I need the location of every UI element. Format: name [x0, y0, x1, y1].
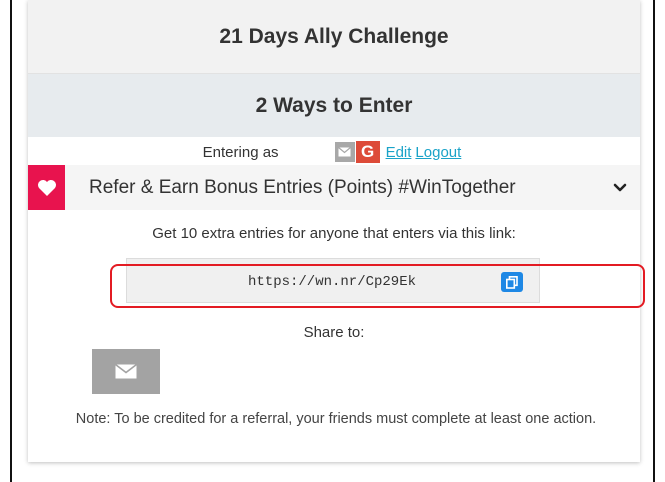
referral-description: Get 10 extra entries for anyone that ent…: [152, 225, 516, 242]
challenge-title: 21 Days Ally Challenge: [28, 0, 640, 74]
google-login-icon: G: [355, 141, 380, 163]
envelope-icon: [115, 364, 137, 379]
email-login-icon: [334, 142, 355, 162]
logout-link[interactable]: Logout: [415, 144, 461, 161]
refer-action-header[interactable]: Refer & Earn Bonus Entries (Points) #Win…: [28, 165, 640, 210]
edit-link[interactable]: Edit: [386, 144, 412, 161]
heart-icon: [28, 165, 65, 210]
entering-as-row: Entering as G Edit Logout: [28, 141, 640, 163]
frame-border-right: [653, 0, 655, 482]
copy-icon[interactable]: [501, 272, 523, 292]
share-to-label: Share to:: [303, 324, 365, 341]
entering-as-label: Entering as: [202, 143, 279, 161]
user-name-redacted: [288, 145, 335, 159]
referral-link-box: https://wn.nr/Cp29Ek: [126, 258, 540, 303]
refer-action-title: Refer & Earn Bonus Entries (Points) #Win…: [89, 176, 516, 198]
ways-to-enter-heading: 2 Ways to Enter: [28, 74, 640, 137]
share-email-button[interactable]: [92, 349, 160, 394]
frame-border-left: [10, 0, 12, 482]
referral-url[interactable]: https://wn.nr/Cp29Ek: [182, 259, 482, 304]
giveaway-widget: 21 Days Ally Challenge 2 Ways to Enter E…: [28, 0, 645, 462]
referral-note: Note: To be credited for a referral, you…: [75, 411, 597, 427]
chevron-down-icon[interactable]: [600, 165, 640, 210]
